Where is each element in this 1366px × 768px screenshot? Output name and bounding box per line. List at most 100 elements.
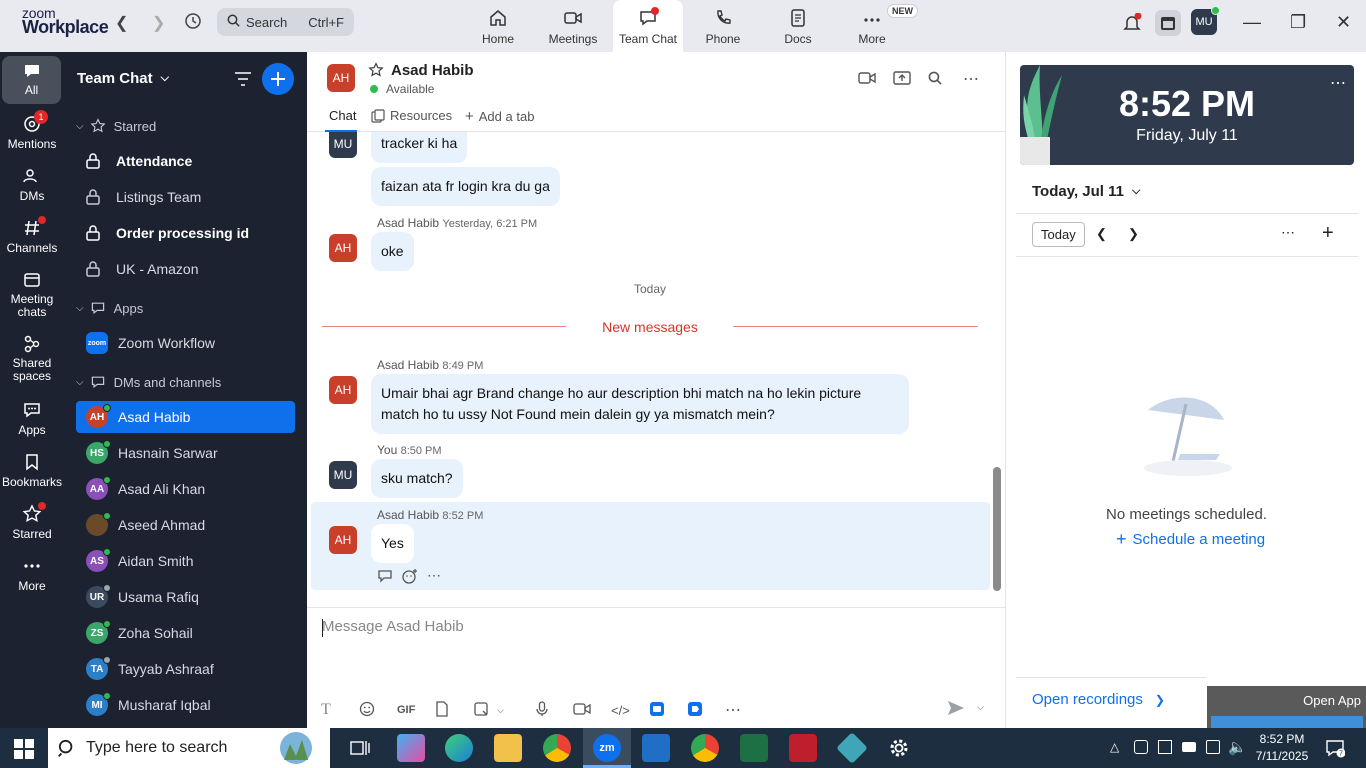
calendar-icon[interactable] xyxy=(1155,10,1181,36)
dm-zoha-sohail[interactable]: ZS Zoha Sohail xyxy=(76,617,295,649)
dm-asad-ali-khan[interactable]: AA Asad Ali Khan xyxy=(76,473,295,505)
message-input[interactable]: Message Asad Habib xyxy=(322,618,464,635)
rail-mentions[interactable]: 1 Mentions xyxy=(0,110,64,151)
task-view-icon[interactable] xyxy=(350,739,370,760)
next-day-icon[interactable]: ❯ xyxy=(1128,226,1139,242)
format-text-icon[interactable]: T xyxy=(321,701,359,719)
tab-resources[interactable]: Resources xyxy=(371,108,452,123)
user-avatar[interactable]: MU xyxy=(1191,6,1220,35)
taskbar-search[interactable]: Type here to search xyxy=(48,728,330,768)
prev-day-icon[interactable]: ❮ xyxy=(1096,226,1107,242)
section-starred[interactable]: ⌵ Starred xyxy=(76,118,156,134)
tray-display-icon[interactable] xyxy=(1158,740,1172,754)
edge-icon[interactable] xyxy=(445,734,473,762)
tray-battery-icon[interactable] xyxy=(1182,742,1196,752)
tray-volume-muted-icon[interactable]: 🔈 xyxy=(1228,738,1247,756)
tab-phone[interactable]: Phone xyxy=(688,0,758,52)
scrollbar[interactable] xyxy=(993,467,1001,591)
star-icon[interactable] xyxy=(368,62,384,81)
video-message-icon[interactable] xyxy=(573,702,611,719)
rail-all[interactable]: All xyxy=(2,56,61,104)
filezilla-icon[interactable] xyxy=(789,734,817,762)
more-options-icon[interactable]: ⋯ xyxy=(1281,224,1295,241)
chevron-down-icon[interactable]: ⌵ xyxy=(977,702,984,713)
add-tab-button[interactable]: + Add a tab xyxy=(465,108,534,125)
forward-arrow-icon[interactable]: ❯ xyxy=(152,13,165,33)
share-screen-icon[interactable] xyxy=(893,70,911,89)
add-reaction-icon[interactable] xyxy=(402,568,418,587)
tab-chat[interactable]: Chat xyxy=(329,108,356,123)
search-input[interactable]: Search Ctrl+F xyxy=(217,8,354,36)
more-options-icon[interactable]: ⋯ xyxy=(725,700,763,720)
settings-gear-icon[interactable] xyxy=(888,737,910,762)
tab-meetings[interactable]: Meetings xyxy=(538,0,608,52)
send-icon[interactable] xyxy=(947,700,965,719)
minimize-icon[interactable]: — xyxy=(1243,12,1261,33)
close-icon[interactable]: ✕ xyxy=(1336,12,1351,33)
channel-order-processing[interactable]: Order processing id xyxy=(76,217,295,249)
sidebar-title[interactable]: Team Chat ⌵ xyxy=(77,70,169,87)
reply-icon[interactable] xyxy=(377,569,393,586)
dm-aidan-smith[interactable]: AS Aidan Smith xyxy=(76,545,295,577)
tab-more[interactable]: NEW More xyxy=(837,0,918,52)
open-recordings-link[interactable]: Open recordings ❯ xyxy=(1032,691,1165,708)
copilot-icon[interactable] xyxy=(397,734,425,762)
section-dms-channels[interactable]: ⌵ DMs and channels xyxy=(76,374,221,390)
restore-icon[interactable]: ❐ xyxy=(1290,12,1306,33)
file-explorer-icon[interactable] xyxy=(494,734,522,762)
gif-icon[interactable]: GIF xyxy=(397,704,435,716)
more-options-icon[interactable]: ⋯ xyxy=(427,567,441,584)
dm-usama-rafiq[interactable]: UR Usama Rafiq xyxy=(76,581,295,613)
tray-network-icon[interactable] xyxy=(1206,740,1220,754)
search-icon[interactable] xyxy=(928,71,942,88)
history-icon[interactable] xyxy=(184,12,202,33)
rail-channels[interactable]: Channels xyxy=(0,216,64,255)
open-app-overlay[interactable]: Open App xyxy=(1207,686,1366,728)
app-zoom-workflow[interactable]: zoom Zoom Workflow xyxy=(76,327,295,359)
outlook-icon[interactable] xyxy=(642,734,670,762)
channel-attendance[interactable]: Attendance xyxy=(76,145,295,177)
new-chat-button[interactable] xyxy=(262,63,294,95)
microphone-icon[interactable] xyxy=(535,700,573,720)
schedule-meeting-link[interactable]: + Schedule a meeting xyxy=(1116,529,1265,550)
date-header[interactable]: Today, Jul 11 ⌵ xyxy=(1032,183,1140,200)
section-apps[interactable]: ⌵ Apps xyxy=(76,300,143,316)
channel-uk-amazon[interactable]: UK - Amazon xyxy=(76,253,295,285)
file-icon[interactable] xyxy=(435,700,473,720)
contact-name[interactable]: Asad Habib xyxy=(391,62,474,79)
more-options-icon[interactable]: ⋯ xyxy=(963,69,980,89)
app-icon[interactable] xyxy=(687,701,725,720)
rail-bookmarks[interactable]: Bookmarks xyxy=(0,452,64,489)
notification-center-icon[interactable]: 7 xyxy=(1325,738,1346,761)
dm-musharaf-iqbal[interactable]: MI Musharaf Iqbal xyxy=(76,689,295,721)
zoom-taskbar-active[interactable]: zm xyxy=(583,728,631,768)
code-snippet-icon[interactable]: </> xyxy=(611,703,649,718)
rail-dms[interactable]: DMs xyxy=(0,166,64,203)
windows-start-icon[interactable] xyxy=(14,739,34,762)
emoji-icon[interactable] xyxy=(359,701,397,720)
filter-icon[interactable] xyxy=(234,71,252,90)
taskbar-clock[interactable]: 8:52 PM 7/11/2025 xyxy=(1252,731,1312,765)
channel-listings-team[interactable]: Listings Team xyxy=(76,181,295,213)
app-icon[interactable] xyxy=(649,701,687,720)
open-app-button[interactable]: Open App xyxy=(1303,693,1361,708)
dm-hasnain-sarwar[interactable]: HS Hasnain Sarwar xyxy=(76,437,295,469)
dm-aseed-ahmad[interactable]: Aseed Ahmad xyxy=(76,509,295,541)
app-icon[interactable] xyxy=(836,732,868,764)
notifications-bell-icon[interactable] xyxy=(1122,12,1142,36)
dm-asad-habib[interactable]: AH Asad Habib xyxy=(76,401,295,433)
tab-docs[interactable]: Docs xyxy=(763,0,833,52)
rail-more[interactable]: More xyxy=(0,556,64,593)
rail-apps[interactable]: Apps xyxy=(0,400,64,437)
video-call-icon[interactable] xyxy=(858,71,876,88)
excel-icon[interactable] xyxy=(740,734,768,762)
rail-meeting-chats[interactable]: Meeting chats xyxy=(0,270,64,319)
tab-home[interactable]: Home xyxy=(463,0,533,52)
tab-team-chat[interactable]: Team Chat xyxy=(613,0,683,52)
chevron-down-icon[interactable]: ⌵ xyxy=(497,705,535,716)
tray-camera-icon[interactable] xyxy=(1134,740,1148,754)
rail-starred[interactable]: Starred xyxy=(0,502,64,541)
chrome-icon[interactable] xyxy=(543,734,571,762)
dm-tayyab-ashraaf[interactable]: TA Tayyab Ashraaf xyxy=(76,653,295,685)
chrome-profile-icon[interactable] xyxy=(691,734,719,762)
